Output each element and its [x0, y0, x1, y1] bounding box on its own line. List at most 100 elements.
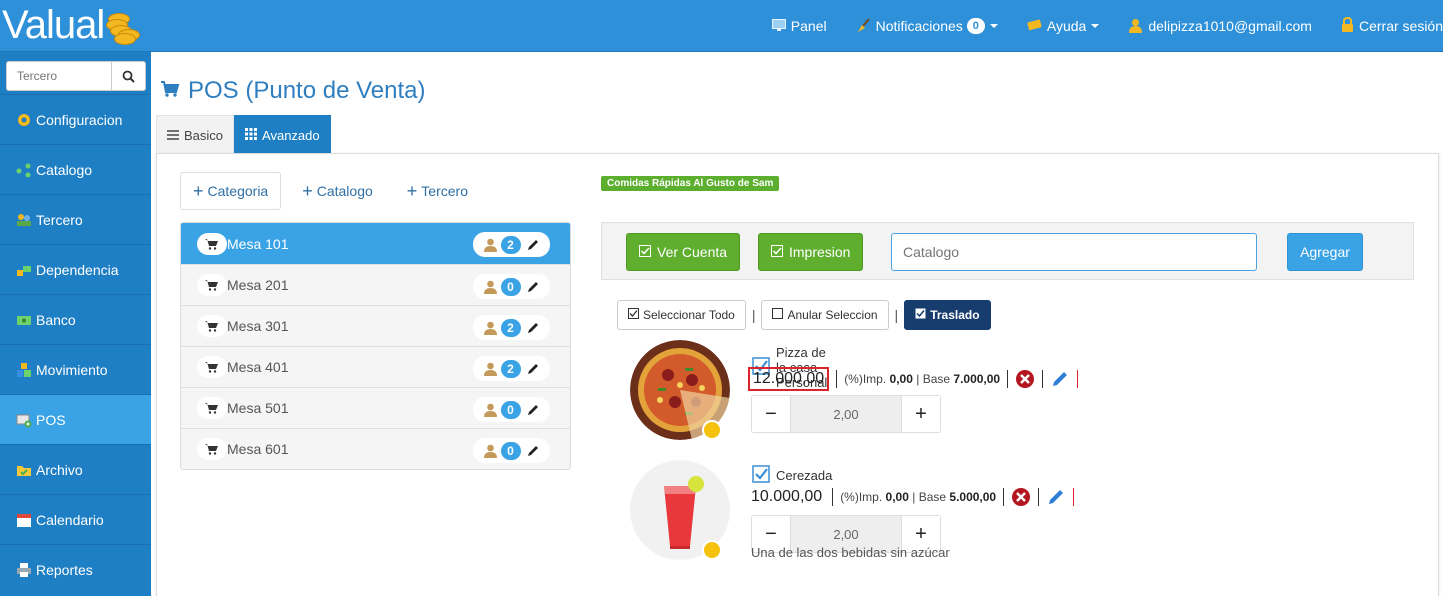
mesa-actions: 0: [473, 397, 550, 422]
pencil-icon[interactable]: [1050, 369, 1070, 389]
mesa-name: Mesa 601: [227, 441, 289, 457]
add-categoria-button[interactable]: + Categoria: [180, 172, 282, 210]
divider: [1073, 488, 1075, 506]
item-imp-label: (%)Imp.: [840, 490, 883, 504]
calendar-icon: [16, 512, 32, 528]
page-title-text: POS (Punto de Venta): [188, 77, 426, 104]
pos-tabs: Basico Avanzado: [156, 115, 331, 154]
app-logo[interactable]: Valual: [2, 3, 141, 47]
sidebar-item-reportes[interactable]: Reportes: [0, 544, 151, 594]
sidebar-item-movimiento[interactable]: Movimiento: [0, 344, 151, 394]
decrement-button[interactable]: −: [752, 396, 790, 432]
sidebar-item-tercero[interactable]: Tercero: [0, 194, 151, 244]
sidebar-item-label: Tercero: [36, 211, 83, 228]
item-imp: 0,00: [885, 490, 909, 504]
tab-basico[interactable]: Basico: [156, 115, 235, 154]
item-note: Una de las dos bebidas sin azúcar: [751, 545, 950, 560]
quantity-value[interactable]: 2,00: [790, 396, 902, 432]
item-imp-label: (%)Imp.: [844, 372, 887, 386]
sidebar-item-configuracion[interactable]: Configuracion: [0, 94, 151, 144]
remove-icon[interactable]: [1011, 487, 1031, 507]
nav-ayuda[interactable]: Ayuda: [1027, 18, 1100, 34]
list-item-mesa[interactable]: Mesa 201 0: [181, 264, 570, 305]
pencil-icon[interactable]: [526, 280, 540, 294]
list-item-mesa[interactable]: Mesa 101 2: [181, 223, 570, 264]
pos-icon: [16, 412, 32, 428]
sidebar-item-banco[interactable]: Banco: [0, 294, 151, 344]
divider: [1007, 370, 1009, 388]
nav-notificaciones[interactable]: Notificaciones 0: [856, 17, 998, 35]
user-icon: [483, 444, 497, 458]
add-tercero-button[interactable]: + Tercero: [394, 172, 481, 210]
impresion-button[interactable]: Impresion: [758, 233, 864, 271]
pencil-icon[interactable]: [526, 238, 540, 252]
nav-panel-label: Panel: [790, 18, 827, 34]
sidebar-item-label: Banco: [36, 311, 76, 328]
pencil-icon[interactable]: [526, 444, 540, 458]
shopping-cart-icon: [160, 77, 180, 105]
impresion-label: Impresion: [789, 244, 851, 260]
nav-logout-label: Cerrar sesión: [1358, 18, 1443, 34]
search-input[interactable]: [7, 62, 112, 90]
shopping-cart-icon: [197, 274, 227, 296]
nav-user-label: delipizza1010@gmail.com: [1148, 18, 1312, 34]
grid-icon: [245, 127, 258, 143]
add-catalogo-button[interactable]: + Catalogo: [289, 172, 386, 210]
chevron-down-icon: [989, 24, 998, 28]
broom-icon: [856, 17, 871, 35]
sidebar-item-label: Archivo: [36, 461, 83, 478]
user-icon: [483, 403, 497, 417]
ver-cuenta-button[interactable]: Ver Cuenta: [626, 233, 741, 271]
remove-icon[interactable]: [1015, 369, 1035, 389]
sidebar-item-calendario[interactable]: Calendario: [0, 494, 151, 544]
mesa-name: Mesa 401: [227, 359, 289, 375]
pencil-icon[interactable]: [1046, 487, 1066, 507]
sidebar-item-archivo[interactable]: Archivo: [0, 444, 151, 494]
mesa-name: Mesa 501: [227, 400, 289, 416]
traslado-button[interactable]: Traslado: [904, 300, 991, 330]
ticket-icon: [1027, 19, 1042, 33]
seleccionar-todo-button[interactable]: Seleccionar Todo: [617, 300, 746, 330]
logo-text: Valual: [2, 3, 105, 47]
pencil-icon[interactable]: [526, 403, 540, 417]
increment-button[interactable]: +: [902, 396, 940, 432]
divider: [1038, 488, 1040, 506]
list-item-mesa[interactable]: Mesa 401 2: [181, 346, 570, 387]
shopping-cart-icon: [197, 438, 227, 460]
nav-user[interactable]: delipizza1010@gmail.com: [1128, 18, 1312, 35]
search-icon: [122, 70, 135, 83]
item-base-label: Base: [922, 372, 951, 386]
item-price[interactable]: 12.000,00: [748, 367, 830, 391]
mesa-count-badge: 2: [500, 318, 521, 337]
sidebar-item-label: Dependencia: [36, 261, 119, 278]
pencil-icon[interactable]: [526, 362, 540, 376]
checkbox-checked-icon[interactable]: [752, 465, 770, 486]
agregar-button[interactable]: Agregar: [1287, 233, 1363, 271]
sidebar-item-pos[interactable]: POS: [0, 394, 151, 444]
quantity-stepper: − 2,00 +: [751, 395, 941, 433]
list-item-mesa[interactable]: Mesa 601 0: [181, 428, 570, 469]
seleccionar-todo-label: Seleccionar Todo: [643, 308, 735, 322]
item-base: 7.000,00: [953, 372, 1001, 386]
chevron-down-icon: [1091, 24, 1100, 28]
add-tercero-label: Tercero: [421, 183, 468, 199]
sidebar-item-label: Calendario: [36, 511, 104, 528]
item-price[interactable]: 10.000,00: [748, 487, 825, 507]
traslado-label: Traslado: [930, 308, 980, 322]
catalogo-search-input[interactable]: [891, 233, 1257, 271]
shopping-cart-icon: [197, 232, 227, 255]
search-button[interactable]: [112, 62, 145, 90]
nav-logout[interactable]: Cerrar sesión: [1341, 16, 1443, 35]
nav-panel[interactable]: Panel: [771, 18, 827, 34]
list-item-mesa[interactable]: Mesa 501 0: [181, 387, 570, 428]
divider: |: [751, 307, 756, 323]
sidebar-search: [6, 61, 146, 91]
pencil-icon[interactable]: [526, 321, 540, 335]
item-price-row: 12.000,00 (%)Imp. 0,00 | Base 7.000,00: [748, 367, 1085, 391]
tab-avanzado[interactable]: Avanzado: [234, 115, 331, 154]
anular-seleccion-button[interactable]: Anular Seleccion: [761, 300, 889, 330]
list-item-mesa[interactable]: Mesa 301 2: [181, 305, 570, 346]
item-imp: 0,00: [889, 372, 913, 386]
sidebar-item-dependencia[interactable]: Dependencia: [0, 244, 151, 294]
sidebar-item-catalogo[interactable]: Catalogo: [0, 144, 151, 194]
